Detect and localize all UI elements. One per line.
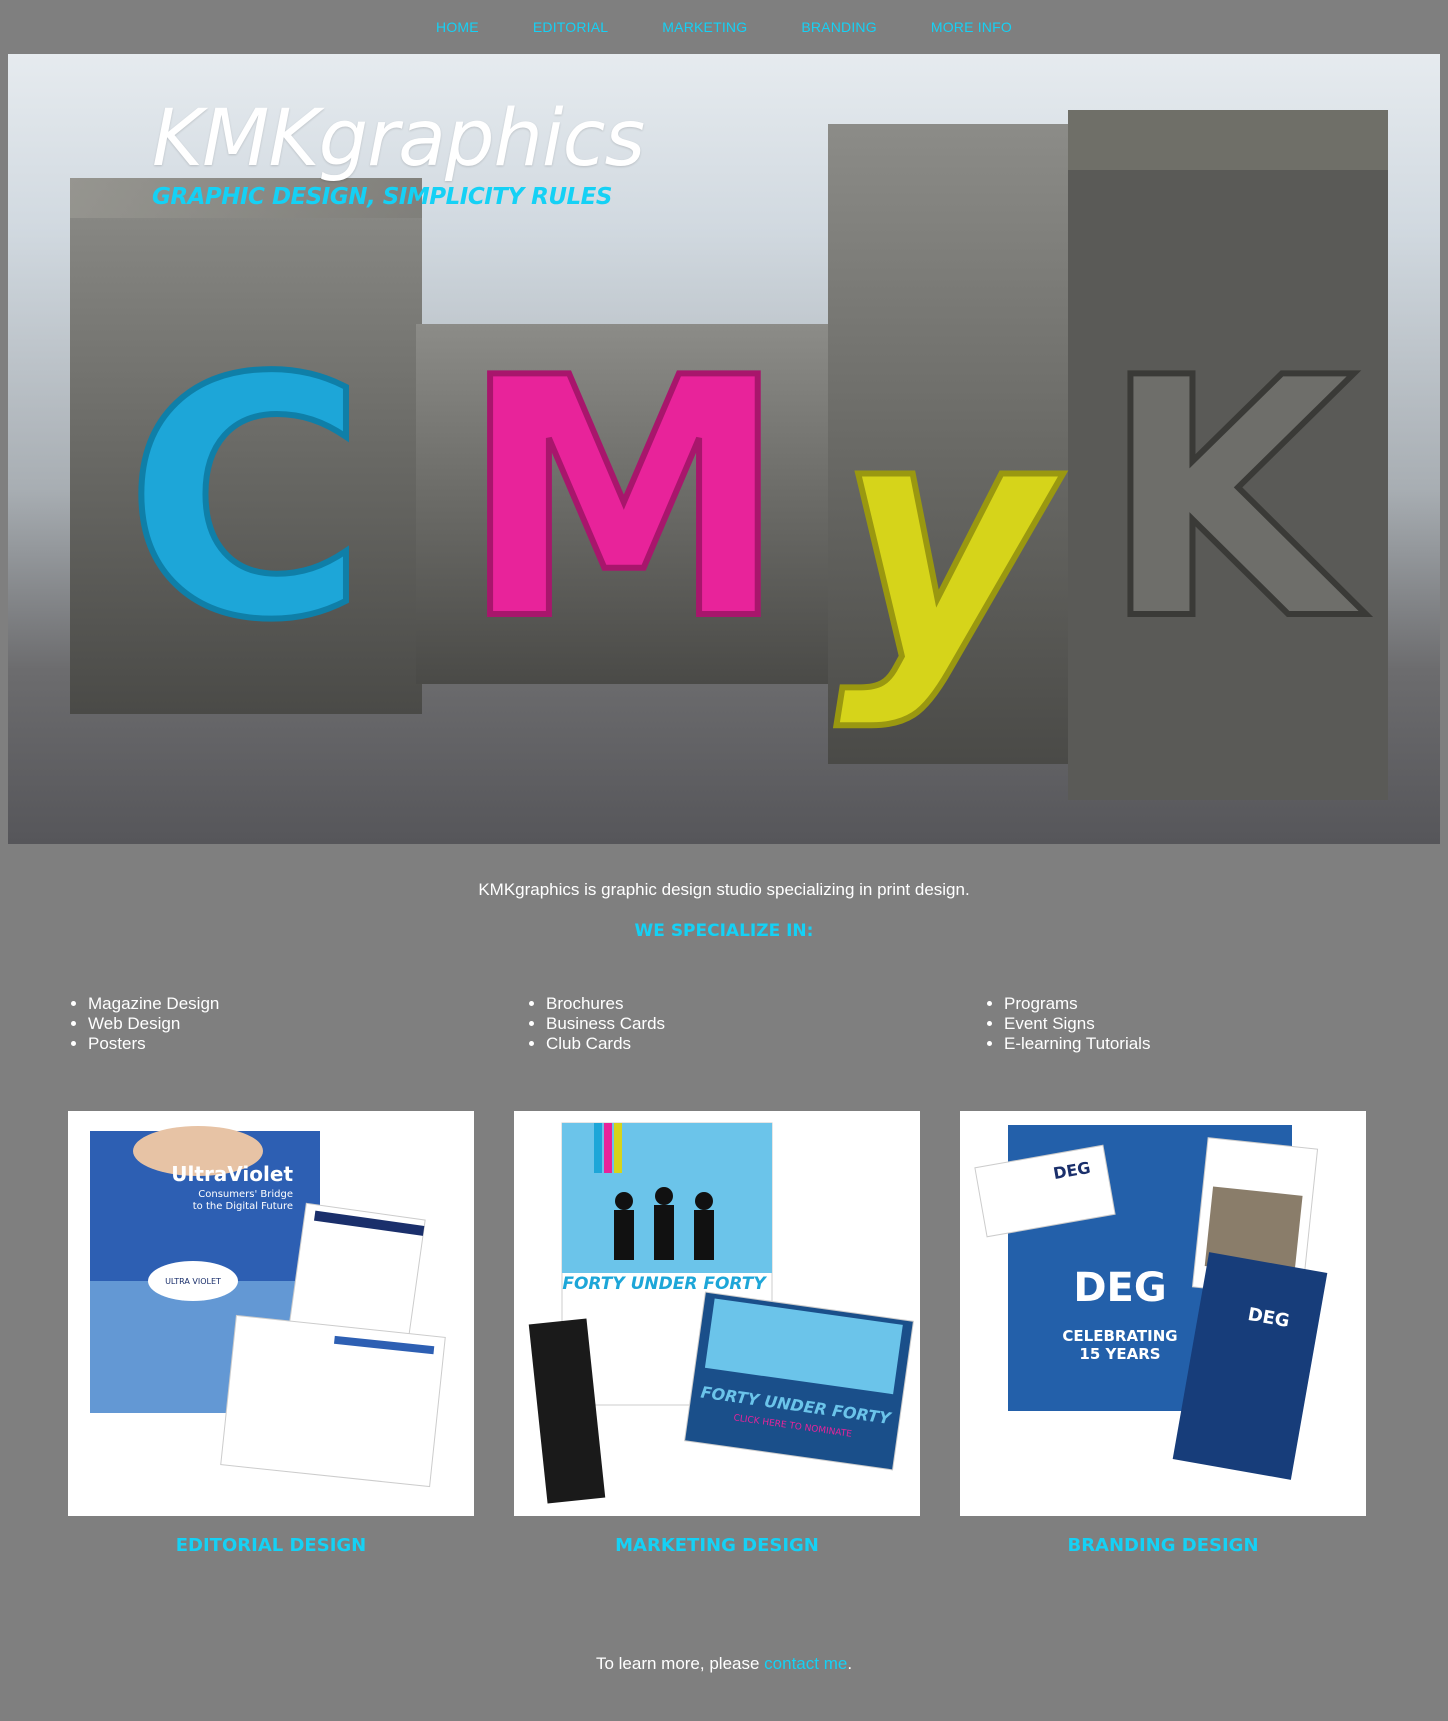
svg-text:FORTY UNDER FORTY: FORTY UNDER FORTY bbox=[562, 1274, 767, 1294]
hero-banner: C M y K KMKgraphics GRAPHIC DESIGN, SIMP… bbox=[8, 54, 1440, 844]
svg-text:Consumers' Bridge: Consumers' Bridge bbox=[198, 1189, 293, 1200]
marketing-portfolio-image[interactable]: FORTY UNDER FORTY FORTY UNDER FORTY CLIC… bbox=[514, 1111, 920, 1516]
letter-y: y bbox=[836, 348, 1063, 732]
list-item: Web Design bbox=[88, 1014, 219, 1034]
nav-home-link[interactable]: HOME bbox=[409, 0, 506, 54]
site-title: KMKgraphics bbox=[152, 94, 645, 184]
nav-editorial-link[interactable]: EDITORIAL bbox=[506, 0, 635, 54]
top-navigation: HOME EDITORIAL MARKETING BRANDING MORE I… bbox=[0, 0, 1448, 54]
list-item: Posters bbox=[88, 1034, 219, 1054]
list-item: Business Cards bbox=[546, 1014, 665, 1034]
site-tagline: GRAPHIC DESIGN, SIMPLICITY RULES bbox=[152, 184, 612, 210]
editorial-portfolio-image[interactable]: UltraViolet Consumers' Bridge to the Dig… bbox=[68, 1111, 474, 1516]
footer-text: To learn more, please contact me. bbox=[0, 1654, 1448, 1674]
intro-text: KMKgraphics is graphic design studio spe… bbox=[478, 880, 970, 899]
list-item: Event Signs bbox=[1004, 1014, 1150, 1034]
contact-me-link[interactable]: contact me bbox=[764, 1654, 847, 1673]
list-item: Club Cards bbox=[546, 1034, 665, 1054]
services-list-1: Magazine Design Web Design Posters bbox=[68, 994, 219, 1054]
list-item: E-learning Tutorials bbox=[1004, 1034, 1150, 1054]
nav-branding-link[interactable]: BRANDING bbox=[774, 0, 904, 54]
svg-text:UltraViolet: UltraViolet bbox=[171, 1162, 293, 1186]
svg-text:ULTRA VIOLET: ULTRA VIOLET bbox=[165, 1277, 221, 1286]
editorial-design-link[interactable]: EDITORIAL DESIGN bbox=[68, 1535, 474, 1556]
letter-c: C bbox=[125, 308, 367, 692]
nav-marketing-link[interactable]: MARKETING bbox=[635, 0, 774, 54]
list-item: Magazine Design bbox=[88, 994, 219, 1014]
specialize-heading: WE SPECIALIZE IN: bbox=[634, 921, 814, 941]
svg-text:to the Digital Future: to the Digital Future bbox=[193, 1201, 293, 1212]
letter-m: M bbox=[460, 308, 788, 692]
nav-more-info-link[interactable]: MORE INFO bbox=[904, 0, 1039, 54]
list-item: Brochures bbox=[546, 994, 665, 1014]
svg-text:CELEBRATING: CELEBRATING bbox=[1062, 1327, 1177, 1345]
branding-design-link[interactable]: BRANDING DESIGN bbox=[960, 1535, 1366, 1556]
branding-portfolio-image[interactable]: DEG CELEBRATING 15 YEARS DEG DEG bbox=[960, 1111, 1366, 1516]
letter-k: K bbox=[1100, 308, 1368, 692]
services-list-3: Programs Event Signs E-learning Tutorial… bbox=[984, 994, 1150, 1054]
marketing-design-link[interactable]: MARKETING DESIGN bbox=[514, 1535, 920, 1556]
services-list-2: Brochures Business Cards Club Cards bbox=[526, 994, 665, 1054]
svg-text:DEG: DEG bbox=[1073, 1265, 1166, 1311]
footer-suffix: . bbox=[847, 1654, 853, 1673]
svg-text:15 YEARS: 15 YEARS bbox=[1079, 1345, 1160, 1363]
footer-prefix: To learn more, please bbox=[595, 1654, 765, 1673]
list-item: Programs bbox=[1004, 994, 1150, 1014]
